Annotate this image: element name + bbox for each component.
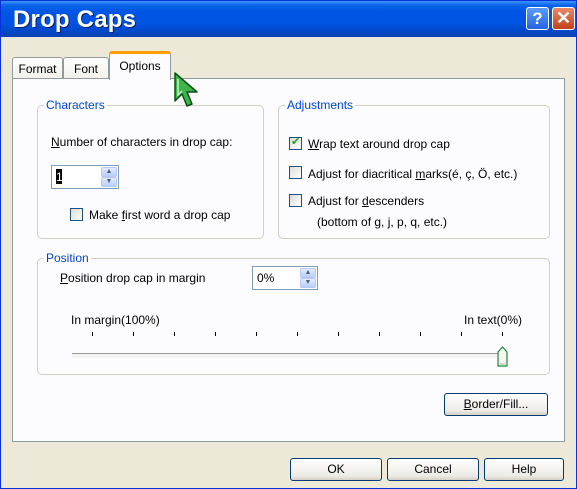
characters-legend: Characters bbox=[46, 98, 105, 112]
position-margin-spinner[interactable]: 0% ▲ ▼ bbox=[252, 266, 318, 290]
position-legend: Position bbox=[46, 251, 89, 265]
tab-font[interactable]: Font bbox=[63, 57, 109, 80]
slider-tick bbox=[461, 332, 462, 336]
descenders-hint: (bottom of g, j, p, q, etc.) bbox=[317, 215, 448, 229]
tab-format[interactable]: Format bbox=[12, 57, 63, 80]
cancel-button[interactable]: Cancel bbox=[387, 458, 479, 481]
first-word-label: Make first word a drop cap bbox=[89, 208, 231, 222]
help-button[interactable]: Help bbox=[484, 458, 564, 481]
position-margin-label: Position drop cap in margin bbox=[60, 271, 206, 285]
slider-tick bbox=[297, 332, 298, 336]
slider-tick bbox=[338, 332, 339, 336]
slider-left-label: In margin(100%) bbox=[71, 313, 160, 327]
diacritical-checkbox[interactable] bbox=[289, 166, 302, 179]
slider-tick bbox=[256, 332, 257, 336]
tab-options[interactable]: Options bbox=[109, 51, 171, 80]
descenders-checkbox[interactable] bbox=[289, 194, 302, 207]
slider-tick bbox=[215, 332, 216, 336]
char-count-label: Number of characters in drop cap: bbox=[51, 135, 233, 149]
adjustments-legend: Adjustments bbox=[287, 98, 354, 112]
slider-tick bbox=[174, 332, 175, 336]
char-count-arrows: ▲ ▼ bbox=[101, 167, 117, 187]
drop-caps-dialog: Drop Caps ? ✕ Format Font Options Charac… bbox=[0, 0, 577, 489]
spin-down-icon[interactable]: ▼ bbox=[101, 177, 117, 187]
spin-down-icon[interactable]: ▼ bbox=[300, 278, 316, 288]
position-slider-track[interactable] bbox=[72, 353, 504, 359]
help-title-button[interactable]: ? bbox=[526, 7, 549, 30]
wrap-text-label: Wrap text around drop cap bbox=[308, 137, 450, 151]
position-slider-thumb[interactable] bbox=[497, 346, 508, 367]
slider-tick bbox=[420, 332, 421, 336]
position-margin-arrows: ▲ ▼ bbox=[300, 268, 316, 288]
close-button[interactable]: ✕ bbox=[552, 7, 575, 30]
spin-up-icon[interactable]: ▲ bbox=[300, 268, 316, 278]
slider-tick bbox=[379, 332, 380, 336]
spin-up-icon[interactable]: ▲ bbox=[101, 167, 117, 177]
slider-tick bbox=[92, 332, 93, 336]
char-count-spinner[interactable]: 1 ▲ ▼ bbox=[51, 165, 119, 189]
slider-tick bbox=[502, 332, 503, 336]
border-fill-button[interactable]: Border/Fill... bbox=[444, 393, 548, 416]
slider-right-label: In text(0%) bbox=[464, 313, 523, 327]
diacritical-label: Adjust for diacritical marks(é, ç, Ö, et… bbox=[308, 167, 518, 181]
ok-button[interactable]: OK bbox=[290, 458, 382, 481]
slider-tick bbox=[133, 332, 134, 336]
wrap-text-checkbox[interactable] bbox=[289, 135, 302, 150]
first-word-checkbox[interactable] bbox=[70, 208, 83, 221]
window-title: Drop Caps bbox=[13, 6, 137, 33]
char-count-value: 1 bbox=[56, 170, 63, 184]
title-bar[interactable]: Drop Caps ? ✕ bbox=[1, 1, 576, 37]
arrow-pointer-icon bbox=[174, 72, 198, 107]
descenders-label: Adjust for descenders bbox=[308, 194, 425, 208]
position-margin-value: 0% bbox=[257, 271, 275, 285]
